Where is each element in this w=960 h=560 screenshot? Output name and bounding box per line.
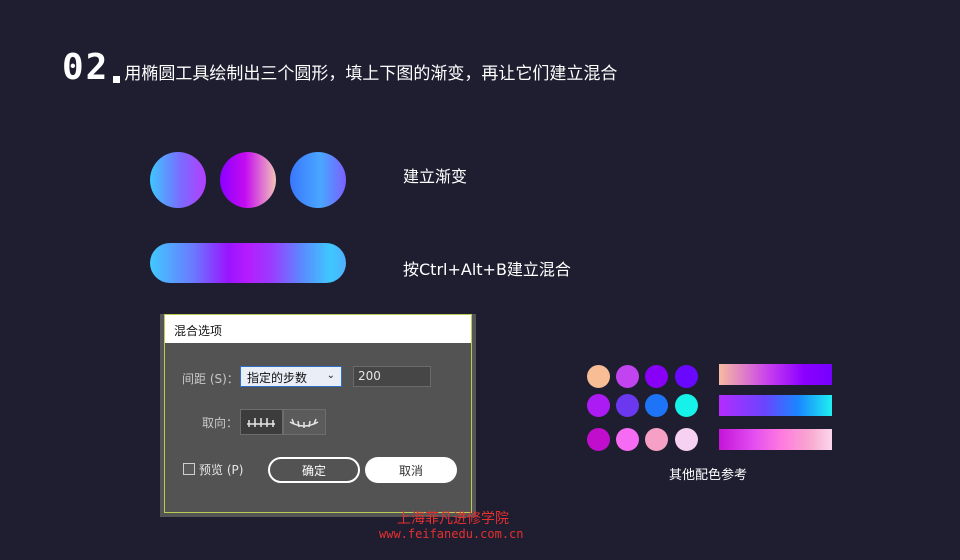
gradient-circle-2 <box>220 152 276 208</box>
step-description: 用椭圆工具绘制出三个圆形，填上下图的渐变，再让它们建立混合 <box>124 64 618 84</box>
spacing-select[interactable]: 指定的步数 ⌄ <box>240 366 342 387</box>
palette-color-dot <box>675 394 698 417</box>
gradient-swatch-1 <box>719 364 832 385</box>
palette-color-dot <box>675 365 698 388</box>
palette-color-dot <box>675 428 698 451</box>
label-create-gradient: 建立渐变 <box>403 167 468 186</box>
palette-color-dot <box>645 428 668 451</box>
step-number: 02 <box>62 47 110 88</box>
ok-button[interactable]: 确定 <box>268 457 360 483</box>
palette-color-dot <box>645 394 668 417</box>
spacing-select-value: 指定的步数 <box>247 371 308 385</box>
orientation-label: 取向： <box>202 416 239 430</box>
align-to-page-icon <box>247 418 275 427</box>
blended-shape <box>150 243 346 283</box>
gradient-swatch-3 <box>719 429 832 450</box>
palette-color-dot <box>616 394 639 417</box>
watermark-name: 上海菲凡进修学院 <box>397 511 509 527</box>
preview-label: 预览 (P) <box>199 463 244 477</box>
label-create-blend: 按Ctrl+Alt+B建立混合 <box>403 260 571 279</box>
preview-checkbox[interactable] <box>183 463 195 475</box>
steps-input[interactable]: 200 <box>353 366 431 387</box>
align-to-path-button[interactable] <box>283 409 326 435</box>
gradient-swatch-2 <box>719 395 832 416</box>
gradient-circle-3 <box>290 152 346 208</box>
watermark-url: www.feifanedu.com.cn <box>379 527 524 541</box>
palette-color-dot <box>616 365 639 388</box>
palette-color-dot <box>587 428 610 451</box>
cancel-button[interactable]: 取消 <box>365 457 457 483</box>
align-to-path-icon <box>289 418 319 428</box>
palette-color-dot <box>587 394 610 417</box>
blend-options-dialog: 混合选项 间距 (S)： 指定的步数 ⌄ 200 取向： 预览 (P) 确定 取… <box>164 314 472 513</box>
chevron-down-icon: ⌄ <box>326 370 335 381</box>
step-heading: 02 用椭圆工具绘制出三个圆形，填上下图的渐变，再让它们建立混合 <box>62 50 617 86</box>
palette-color-dot <box>587 365 610 388</box>
palette-color-dot <box>645 365 668 388</box>
dialog-title-bar[interactable]: 混合选项 <box>165 315 471 343</box>
orientation-toggle <box>240 409 326 435</box>
palette-label: 其他配色参考 <box>669 468 748 483</box>
spacing-label: 间距 (S)： <box>182 372 239 386</box>
dialog-title: 混合选项 <box>174 324 223 338</box>
step-dot <box>113 76 121 83</box>
gradient-circle-1 <box>150 152 206 208</box>
palette-color-dot <box>616 428 639 451</box>
align-to-page-button[interactable] <box>240 409 283 435</box>
